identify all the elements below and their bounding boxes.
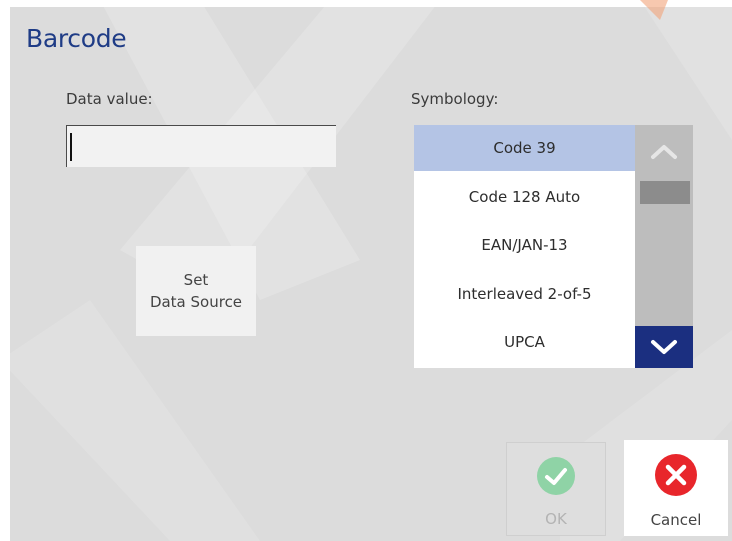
set-data-source-line2: Data Source (149, 293, 243, 311)
set-data-source-button[interactable]: Set Data Source (136, 246, 256, 336)
symbology-label: Symbology: (411, 90, 499, 108)
close-icon (655, 454, 697, 496)
symbology-scrollbar[interactable] (635, 125, 693, 368)
data-value-label: Data value: (66, 90, 153, 108)
symbology-list[interactable]: Code 39 Code 128 Auto EAN/JAN-13 Interle… (414, 125, 635, 368)
symbology-item-code-128-auto[interactable]: Code 128 Auto (414, 173, 635, 220)
symbology-item-upca[interactable]: UPCA (414, 319, 635, 365)
ok-button[interactable]: OK (506, 442, 606, 536)
ok-label: OK (545, 510, 567, 528)
chevron-down-icon (651, 340, 677, 354)
symbology-item-code-39[interactable]: Code 39 (414, 125, 635, 171)
scroll-thumb[interactable] (640, 181, 690, 204)
scroll-down-button[interactable] (635, 326, 693, 368)
dialog-title: Barcode (26, 24, 127, 53)
cancel-label: Cancel (650, 511, 702, 529)
data-value-input[interactable] (66, 125, 336, 167)
checkmark-icon (537, 457, 575, 495)
scroll-up-button[interactable] (635, 125, 693, 177)
symbology-item-ean-jan-13[interactable]: EAN/JAN-13 (414, 222, 635, 268)
chevron-up-icon (651, 145, 677, 159)
cancel-button[interactable]: Cancel (624, 440, 728, 536)
symbology-item-interleaved-2-of-5[interactable]: Interleaved 2-of-5 (414, 270, 635, 317)
set-data-source-line1: Set (183, 271, 209, 289)
text-caret (70, 133, 72, 161)
